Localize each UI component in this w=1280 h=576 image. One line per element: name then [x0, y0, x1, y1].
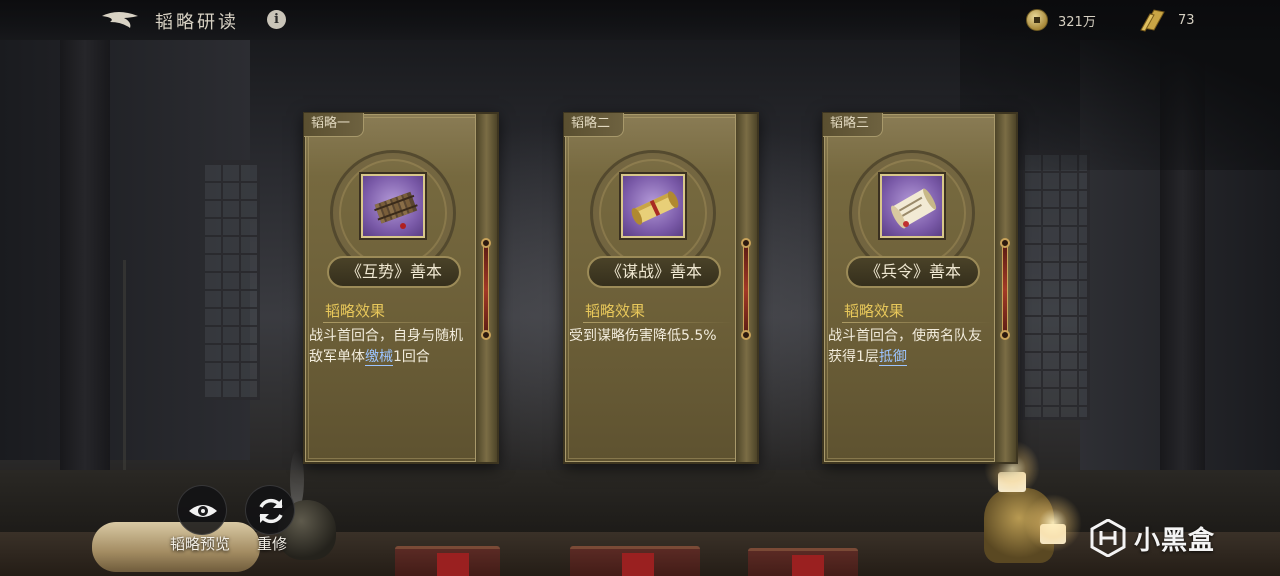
preview-label[interactable]: 韬略预览: [170, 533, 230, 554]
rail-ornament: [1002, 244, 1008, 336]
book-name: 《互势》善本: [327, 256, 461, 288]
xiaoheihe-logo-icon: [1090, 519, 1126, 557]
eye-icon: [189, 505, 217, 517]
rail-knob: [1000, 238, 1010, 248]
card-tab: 韬略二: [564, 113, 624, 137]
item-slot[interactable]: [621, 174, 685, 238]
left-pillar: [60, 40, 110, 510]
effect-description: 战斗首回合，使两名队友获得1层抵御: [828, 326, 988, 368]
info-icon[interactable]: i: [267, 10, 286, 29]
card-rail: [475, 114, 497, 462]
coin-counter: 321万: [1026, 9, 1096, 31]
rail-knob: [481, 238, 491, 248]
effect-label: 韬略效果: [585, 302, 646, 320]
token-amount: 73: [1178, 12, 1195, 28]
effect-description: 战斗首回合，自身与随机敌军单体缴械1回合: [309, 326, 469, 368]
back-button[interactable]: [100, 8, 142, 32]
card-tab: 韬略三: [823, 113, 883, 137]
keyword-link[interactable]: 缴械: [365, 349, 393, 366]
book-name: 《谋战》善本: [587, 256, 721, 288]
strategy-card-1[interactable]: 韬略一 《互势》善本 韬略效果 战斗首回合，自身与随机敌军单体缴械1回合: [303, 112, 499, 464]
paper-scroll-icon: [891, 188, 937, 229]
rail-knob: [1000, 330, 1010, 340]
lattice-window-right: [1020, 150, 1090, 420]
book: [570, 546, 700, 576]
desc-text: 受到谋略伤害降低5.5%: [569, 328, 717, 344]
book: [748, 548, 858, 576]
rail-knob: [741, 330, 751, 340]
candle-flame: [1024, 494, 1082, 552]
rail-knob: [481, 330, 491, 340]
effect-description: 受到谋略伤害降低5.5%: [569, 326, 729, 347]
preview-button[interactable]: [177, 485, 227, 535]
rail-ornament: [743, 244, 749, 336]
token-counter: 73: [1138, 9, 1195, 32]
reset-button[interactable]: [245, 485, 295, 535]
item-slot[interactable]: [880, 174, 944, 238]
lattice-window-left: [200, 160, 260, 400]
refresh-icon: [259, 498, 283, 524]
rail-knob: [741, 238, 751, 248]
rail-ornament: [483, 244, 489, 336]
bamboo-scroll-icon: [374, 191, 418, 229]
desc-text: 1回合: [393, 349, 430, 365]
watermark-text: 小黑盒: [1134, 525, 1216, 556]
keyword-link[interactable]: 抵御: [878, 349, 907, 366]
top-bar: 韬略研读 i 321万 73: [0, 0, 1280, 40]
card-rail: [735, 114, 757, 462]
watermark: 小黑盒: [1090, 518, 1215, 558]
divider: [323, 322, 473, 323]
reset-label[interactable]: 重修: [257, 533, 287, 554]
divider: [842, 322, 992, 323]
book-name: 《兵令》善本: [846, 256, 980, 288]
coin-icon: [1026, 9, 1048, 31]
scroll-token-icon: [1140, 9, 1165, 32]
coin-amount: 321万: [1058, 14, 1096, 30]
book: [395, 546, 500, 576]
effect-label: 韬略效果: [844, 302, 905, 320]
card-rail: [994, 114, 1016, 462]
candelabra: [123, 260, 183, 500]
card-tab: 韬略一: [304, 113, 364, 137]
back-arrow-icon: [102, 12, 138, 28]
page-title: 韬略研读: [155, 12, 239, 33]
strategy-card-3[interactable]: 韬略三 《兵令》善本 韬略效果 战斗首回合，使两名队友获得1层抵御: [822, 112, 1018, 464]
strategy-card-2[interactable]: 韬略二 《谋战》善本 韬略效果 受到谋略伤害降低5.5%: [563, 112, 759, 464]
divider: [583, 322, 733, 323]
yellow-scroll-icon: [631, 191, 679, 225]
effect-label: 韬略效果: [325, 302, 386, 320]
item-slot[interactable]: [361, 174, 425, 238]
